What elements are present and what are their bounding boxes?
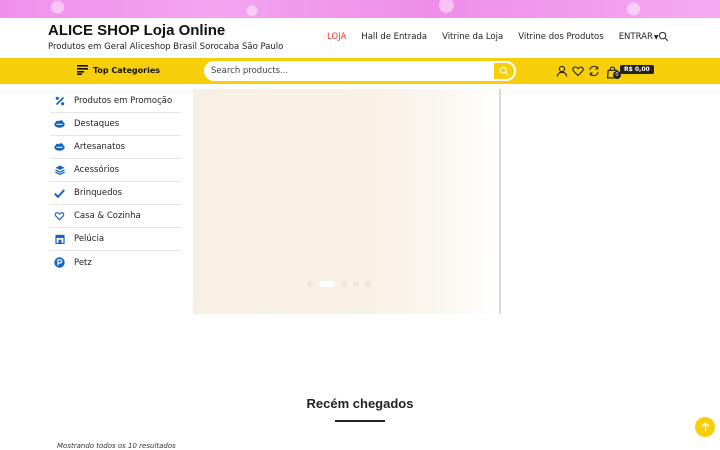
category-sidebar: Produtos em Promoção Destaques Artesanat… bbox=[50, 90, 181, 274]
section-divider bbox=[335, 420, 385, 422]
salesforce-cloud-icon bbox=[54, 142, 65, 153]
nav-vitrine-dos-produtos[interactable]: Vitrine dos Produtos bbox=[518, 32, 603, 42]
nav-entrar-label: ENTRAR bbox=[618, 32, 653, 42]
sidebar-item-label: Acessórios bbox=[74, 165, 120, 175]
layers-icon bbox=[54, 165, 65, 176]
search-icon[interactable] bbox=[658, 31, 669, 42]
sidebar-item-produtos-em-promocao[interactable]: Produtos em Promoção bbox=[50, 90, 181, 113]
slider-dot-active[interactable] bbox=[319, 281, 335, 287]
sidebar-item-brinquedos[interactable]: Brinquedos bbox=[50, 182, 181, 205]
store-icon bbox=[54, 234, 65, 245]
header-actions: 0 bbox=[556, 64, 621, 79]
sidebar-item-petz[interactable]: Petz bbox=[50, 251, 181, 274]
section-title: Recém chegados bbox=[306, 396, 414, 411]
sidebar-item-label: Pelúcia bbox=[74, 234, 105, 244]
sidebar-item-label: Destaques bbox=[74, 119, 120, 129]
top-categories-label: Top Categories bbox=[93, 65, 161, 75]
slider-dot[interactable] bbox=[365, 281, 371, 287]
heart-icon[interactable] bbox=[572, 65, 584, 77]
percent-icon bbox=[54, 96, 65, 107]
user-icon[interactable] bbox=[556, 65, 568, 77]
product-search bbox=[204, 61, 516, 81]
sidebar-item-label: Produtos em Promoção bbox=[74, 96, 173, 106]
sidebar-item-pelucia[interactable]: Pelúcia bbox=[50, 228, 181, 251]
salesforce-cloud-icon bbox=[54, 119, 65, 130]
nav-hall-de-entrada[interactable]: Hall de Entrada bbox=[361, 32, 427, 42]
sidebar-item-artesanatos[interactable]: Artesanatos bbox=[50, 136, 181, 159]
search-icon bbox=[499, 66, 509, 76]
search-input[interactable] bbox=[211, 64, 491, 78]
site-tagline: Produtos em Geral Aliceshop Brasil Soroc… bbox=[48, 42, 284, 52]
sidebar-item-label: Brinquedos bbox=[74, 188, 123, 198]
nav-entrar[interactable]: ENTRAR▼ bbox=[619, 32, 659, 42]
compare-icon[interactable] bbox=[588, 65, 600, 77]
category-search-bar: Top Categories 0 R$ 0,00 bbox=[0, 58, 720, 84]
main-nav: LOJA Hall de Entrada Vitrine da Loja Vit… bbox=[327, 32, 659, 42]
category-menu-icon bbox=[77, 65, 88, 75]
nav-loja[interactable]: LOJA bbox=[327, 32, 346, 42]
search-button[interactable] bbox=[492, 61, 516, 81]
sidebar-item-destaques[interactable]: Destaques bbox=[50, 113, 181, 136]
slider-pagination bbox=[307, 281, 371, 287]
arrow-up-icon bbox=[701, 422, 709, 432]
cart-total[interactable]: R$ 0,00 bbox=[620, 65, 654, 74]
paypal-icon bbox=[54, 257, 65, 268]
nav-vitrine-da-loja[interactable]: Vitrine da Loja bbox=[442, 32, 503, 42]
top-categories-toggle[interactable]: Top Categories bbox=[77, 65, 160, 75]
results-count: Mostrando todos os 10 resultados bbox=[57, 442, 176, 450]
slider-dot[interactable] bbox=[307, 281, 313, 287]
sidebar-item-label: Petz bbox=[74, 257, 92, 268]
slider-dot[interactable] bbox=[341, 281, 347, 287]
hero-slider[interactable] bbox=[193, 89, 501, 314]
site-title[interactable]: ALICE SHOP Loja Online bbox=[48, 22, 225, 39]
sidebar-item-acessorios[interactable]: Acessórios bbox=[50, 159, 181, 182]
sidebar-item-casa-cozinha[interactable]: Casa & Cozinha bbox=[50, 205, 181, 228]
check-icon bbox=[54, 188, 65, 199]
sidebar-item-label: Casa & Cozinha bbox=[74, 211, 141, 221]
site-header: ALICE SHOP Loja Online Produtos em Geral… bbox=[0, 18, 720, 58]
slider-dot[interactable] bbox=[353, 281, 359, 287]
top-decorative-banner bbox=[0, 0, 720, 18]
scroll-to-top-button[interactable] bbox=[695, 417, 715, 437]
sidebar-item-label: Artesanatos bbox=[74, 142, 126, 152]
cart-button[interactable]: 0 bbox=[606, 64, 621, 79]
heart-icon bbox=[54, 211, 65, 222]
